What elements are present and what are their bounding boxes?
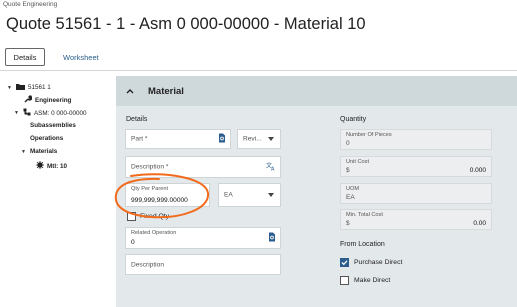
operation-search-icon[interactable] [268, 232, 276, 244]
tab-worksheet[interactable]: Worksheet [63, 53, 99, 62]
description-field[interactable]: Description * 文A [125, 156, 281, 178]
purchase-direct-checkbox[interactable] [340, 258, 349, 267]
tab-details[interactable]: Details [5, 48, 45, 66]
tree-label-quote: 51561 1 [27, 84, 51, 91]
unit-cost-currency: $ [346, 167, 350, 174]
qty-per-parent-field[interactable]: Qty Per Parent 999,999,999.00000 [125, 183, 210, 207]
material-section-header[interactable]: Material [116, 76, 517, 106]
number-of-pieces-field[interactable]: Number Of Pieces 0 [340, 129, 492, 150]
unit-cost-label: Unit Cost [346, 159, 370, 165]
uom-label: UOM [346, 186, 360, 192]
structure-tree: ▼ 51561 1 Engineering ▼ ASM: 0 000-00000… [0, 76, 116, 307]
quantity-heading: Quantity [340, 116, 367, 123]
uom-dropdown-value: EA [224, 191, 233, 199]
uom-value: EA [346, 194, 355, 201]
section-title: Material [148, 85, 184, 97]
tree-item-mtl[interactable]: Mtl: 10 [36, 161, 67, 171]
related-operation-value: 0 [131, 239, 135, 246]
caret-down-icon[interactable]: ▼ [14, 110, 19, 116]
tree-label-materials: Materials [29, 148, 58, 155]
tree-item-quote[interactable]: ▼ 51561 1 [7, 83, 51, 92]
pieces-value: 0 [346, 140, 350, 147]
description2-field[interactable]: Description [125, 254, 281, 275]
min-cost-currency: $ [346, 220, 350, 227]
material-panel: Material Details Part * Revi... Descript… [116, 76, 517, 307]
pieces-label: Number Of Pieces [346, 132, 392, 138]
wrench-icon [24, 95, 33, 105]
revision-placeholder: Revi... [243, 135, 262, 143]
unit-cost-value: 0.000 [469, 167, 486, 174]
revision-dropdown[interactable]: Revi... [237, 129, 281, 149]
tree-label-subassemblies: Subassemblies [30, 122, 76, 129]
tree-item-subassemblies[interactable]: Subassemblies [30, 122, 76, 129]
purchase-direct-label: Purchase Direct [354, 259, 403, 266]
caret-down-icon[interactable]: ▼ [21, 149, 26, 155]
folder-icon [15, 83, 25, 92]
caret-down-icon[interactable]: ▼ [7, 85, 12, 91]
min-cost-label: Min. Total Cost [346, 212, 383, 218]
uom-field[interactable]: UOM EA [340, 183, 492, 204]
uom-dropdown[interactable]: EA [218, 183, 281, 207]
assembly-icon [23, 108, 31, 118]
fixed-qty-label: Fixed Qty [140, 213, 170, 220]
tree-item-asm[interactable]: ▼ ASM: 0 000-00000 [14, 108, 86, 118]
related-operation-field[interactable]: Related Operation 0 [125, 227, 281, 249]
tree-label-asm: ASM: 0 000-00000 [33, 109, 87, 117]
tree-item-operations[interactable]: Operations [30, 135, 63, 142]
tree-item-materials[interactable]: ▼ Materials [21, 148, 57, 155]
tree-item-engineering[interactable]: Engineering [24, 95, 71, 105]
check-icon [341, 260, 348, 266]
description-placeholder: Description * [131, 163, 169, 171]
part-field[interactable]: Part * [125, 129, 231, 149]
chevron-down-icon [268, 137, 274, 141]
make-direct-label: Make Direct [354, 277, 391, 284]
tree-label-engineering: Engineering [35, 96, 72, 104]
translate-icon[interactable]: 文A [266, 162, 276, 173]
unit-cost-field[interactable]: Unit Cost $ 0.000 [340, 156, 492, 177]
part-placeholder: Part * [131, 135, 148, 143]
page-title: Quote 51561 - 1 - Asm 0 000-00000 - Mate… [6, 15, 366, 33]
min-total-cost-field[interactable]: Min. Total Cost $ 0.00 [340, 209, 492, 230]
related-operation-label: Related Operation [131, 230, 177, 236]
tree-label-operations: Operations [30, 135, 64, 142]
make-direct-checkbox[interactable] [340, 276, 349, 285]
details-heading: Details [126, 116, 148, 123]
part-search-icon[interactable] [218, 133, 226, 145]
qty-per-parent-value: 999,999,999.00000 [131, 197, 188, 204]
divider [0, 70, 517, 71]
chevron-down-icon [268, 193, 274, 197]
description2-placeholder: Description [131, 261, 164, 268]
from-location-heading: From Location [340, 241, 385, 248]
min-cost-value: 0.00 [473, 220, 486, 227]
qty-per-parent-label: Qty Per Parent [131, 186, 168, 192]
fixed-qty-checkbox[interactable] [127, 212, 136, 221]
svg-text:A: A [271, 167, 275, 171]
tree-label-mtl: Mtl: 10 [47, 162, 67, 170]
app-name: Quote Engineering [3, 1, 58, 8]
chevron-up-icon[interactable] [126, 86, 140, 96]
material-icon [36, 161, 44, 171]
